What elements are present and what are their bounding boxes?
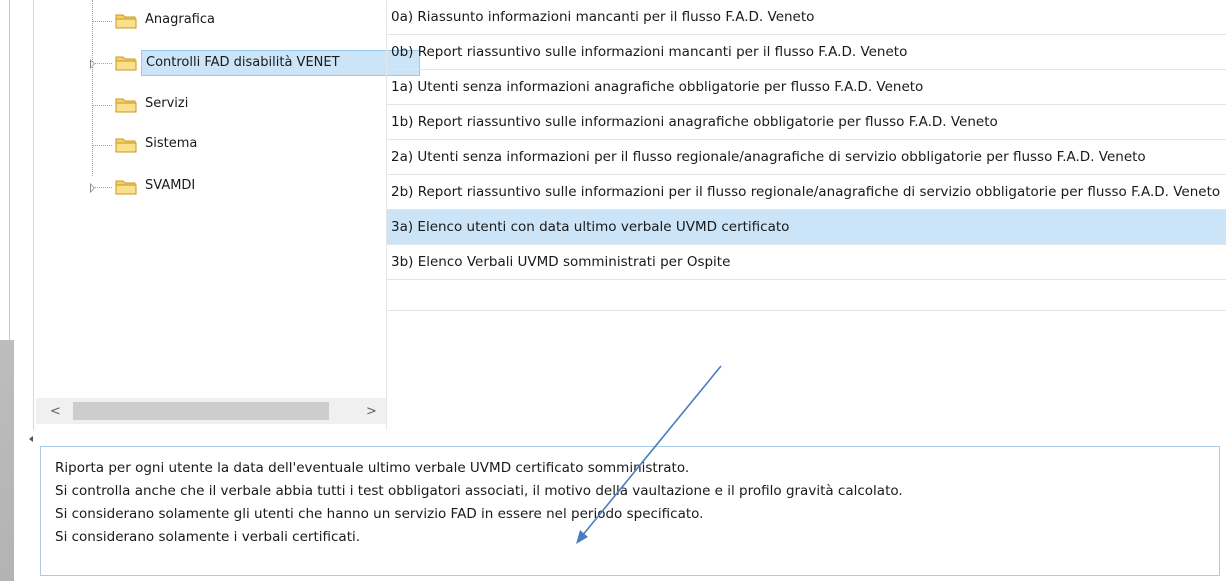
tree-item-label: Anagrafica (145, 12, 215, 27)
list-item[interactable]: 3b) Elenco Verbali UVMD somministrati pe… (387, 245, 1226, 280)
folder-icon (115, 138, 137, 153)
folder-icon (115, 98, 137, 113)
list-item[interactable]: 2a) Utenti senza informazioni per il flu… (387, 140, 1226, 175)
folder-icon (115, 56, 137, 71)
tree-item-controlli-fad[interactable]: Controlli FAD disabilità VENET (34, 50, 420, 76)
folder-icon (115, 180, 137, 195)
tree-item-svamdi[interactable]: SVAMDI (34, 174, 384, 200)
tree-item-anagrafica[interactable]: Anagrafica (34, 8, 384, 34)
expand-icon[interactable] (90, 183, 95, 193)
folder-icon (115, 14, 137, 29)
list-item[interactable]: 0a) Riassunto informazioni mancanti per … (387, 0, 1226, 35)
list-item[interactable] (387, 280, 1226, 311)
report-description: Riporta per ogni utente la data dell'eve… (40, 446, 1220, 576)
tree-horizontal-scrollbar[interactable]: < > (36, 398, 386, 424)
collapse-arrow-icon[interactable] (29, 436, 33, 442)
side-panel-splitter[interactable] (0, 340, 14, 581)
scroll-left-icon[interactable]: < (50, 404, 61, 419)
description-line: Si controlla anche che il verbale abbia … (55, 483, 903, 499)
tree-item-label: Controlli FAD disabilità VENET (141, 50, 420, 76)
scroll-right-icon[interactable]: > (366, 404, 377, 419)
list-item[interactable]: 1b) Report riassuntivo sulle informazion… (387, 105, 1226, 140)
list-item-selected[interactable]: 3a) Elenco utenti con data ultimo verbal… (387, 210, 1226, 245)
report-list: 0a) Riassunto informazioni mancanti per … (386, 0, 1226, 430)
description-line: Si considerano solamente gli utenti che … (55, 506, 704, 522)
list-item[interactable]: 2b) Report riassuntivo sulle informazion… (387, 175, 1226, 210)
description-line: Si considerano solamente i verbali certi… (55, 529, 361, 545)
expand-icon[interactable] (90, 59, 95, 69)
tree-item-label: Servizi (145, 96, 189, 111)
category-tree: Anagrafica Controlli FAD disabilità VENE… (34, 0, 420, 405)
description-line: Riporta per ogni utente la data dell'eve… (55, 460, 690, 476)
tree-item-label: Sistema (145, 136, 198, 151)
tree-item-label: SVAMDI (145, 178, 196, 193)
scrollbar-thumb[interactable] (73, 402, 329, 420)
tree-item-servizi[interactable]: Servizi (34, 92, 384, 118)
tree-item-sistema[interactable]: Sistema (34, 132, 384, 158)
list-item[interactable]: 1a) Utenti senza informazioni anagrafich… (387, 70, 1226, 105)
list-item[interactable]: 0b) Report riassuntivo sulle informazion… (387, 35, 1226, 70)
